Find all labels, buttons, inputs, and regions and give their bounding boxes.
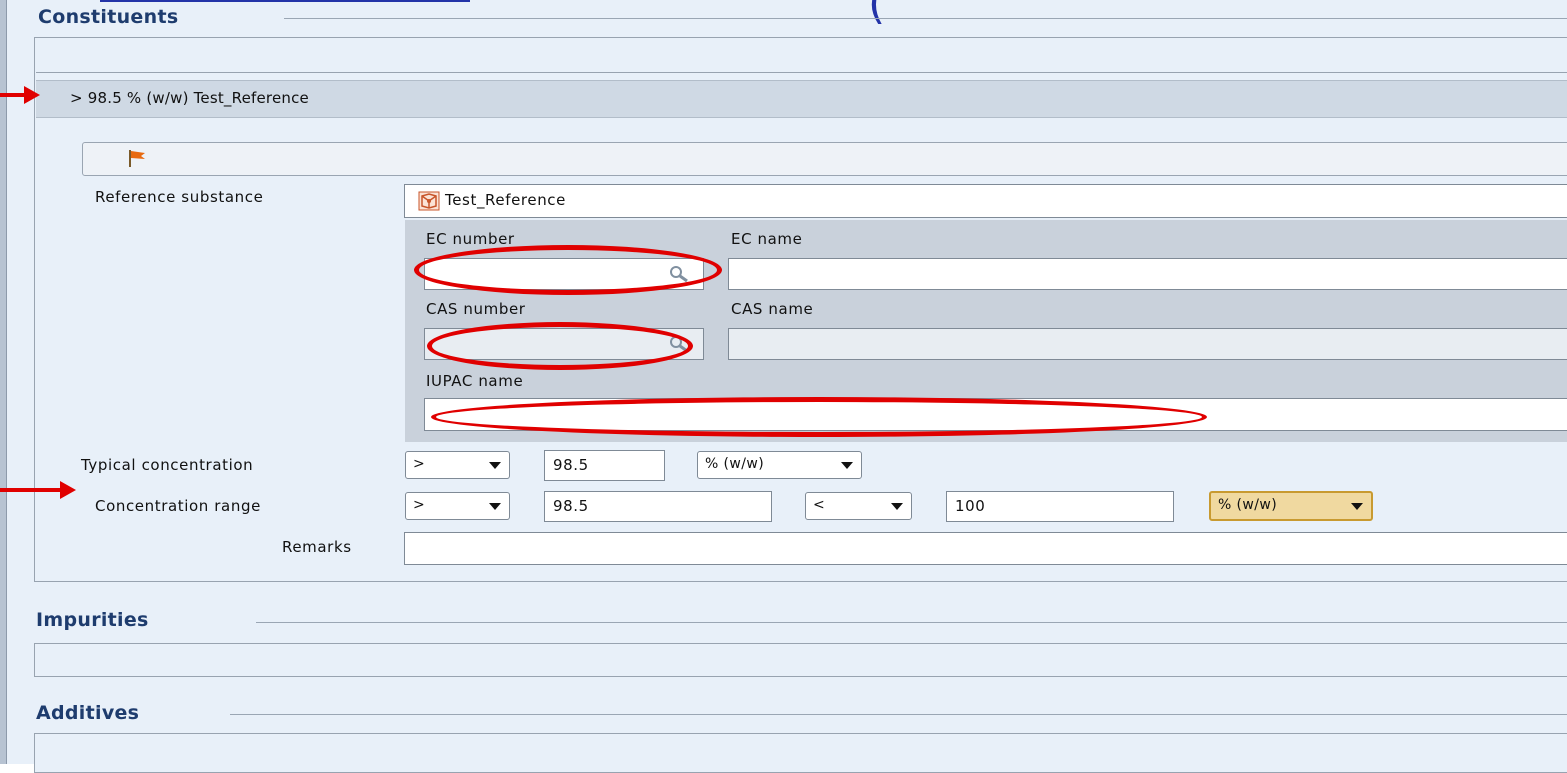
flag-toolbar [82,142,1567,176]
annotation-arrow-range-line [0,488,62,492]
cas-number-label: CAS number [426,300,526,318]
top-partial-underline [100,0,470,2]
range-lower-qualifier-value: > [413,497,426,513]
reference-substance-field[interactable]: Test_Reference [404,184,1567,218]
chevron-down-icon [841,462,853,469]
top-partial-text: ( [868,0,886,29]
constituent-header[interactable]: > 98.5 % (w/w) Test_Reference [36,80,1567,118]
range-lower-value: 98.5 [553,497,589,515]
reference-substance-label: Reference substance [95,188,264,206]
range-upper-qualifier-select[interactable]: < [805,492,912,520]
annotation-ellipse-iupac-name [431,397,1207,437]
range-upper-qualifier-value: < [813,497,826,513]
ec-name-field[interactable] [728,258,1567,290]
constituents-section-title: Constituents [38,6,179,28]
range-unit-value: % (w/w) [1218,497,1278,513]
molecule-icon [418,191,440,211]
typical-qualifier-select[interactable]: > [405,451,510,479]
typical-unit-value: % (w/w) [705,456,765,472]
additives-section-title: Additives [36,702,140,724]
range-unit-select[interactable]: % (w/w) [1209,491,1373,521]
ec-number-label: EC number [426,230,515,248]
range-upper-value-field[interactable]: 100 [946,491,1174,522]
remarks-field[interactable] [404,532,1567,565]
flag-icon[interactable] [127,149,147,167]
reference-substance-value: Test_Reference [445,191,566,209]
chevron-down-icon [1351,503,1363,510]
cas-name-label: CAS name [731,300,814,318]
range-lower-qualifier-select[interactable]: > [405,492,510,520]
range-lower-value-field[interactable]: 98.5 [544,491,772,522]
impurities-section-title: Impurities [36,609,149,631]
cas-name-field[interactable] [728,328,1567,360]
remarks-label: Remarks [282,538,352,556]
chevron-down-icon [489,503,501,510]
impurities-title-line [256,622,1567,623]
typical-unit-select[interactable]: % (w/w) [697,451,862,479]
concentration-range-label: Concentration range [95,497,261,515]
constituent-header-label: > 98.5 % (w/w) Test_Reference [70,89,309,107]
annotation-arrow-header-head [24,86,40,104]
typical-value-field[interactable]: 98.5 [544,450,665,481]
constituents-toolbar-strip [36,39,1567,73]
typical-concentration-label: Typical concentration [81,456,254,474]
additives-box [34,733,1567,773]
additives-title-line [230,714,1567,715]
chevron-down-icon [891,503,903,510]
left-rail [0,0,7,764]
ec-name-label: EC name [731,230,803,248]
annotation-ellipse-ec-number [414,245,722,295]
typical-qualifier-value: > [413,456,426,472]
annotation-arrow-range-head [60,481,76,499]
impurities-box [34,643,1567,677]
iupac-name-label: IUPAC name [426,372,524,390]
range-upper-value: 100 [955,497,986,515]
annotation-ellipse-cas-number [427,322,693,370]
annotation-arrow-header-line [0,93,26,97]
constituents-title-line [284,18,1567,19]
chevron-down-icon [489,462,501,469]
typical-value: 98.5 [553,456,589,474]
